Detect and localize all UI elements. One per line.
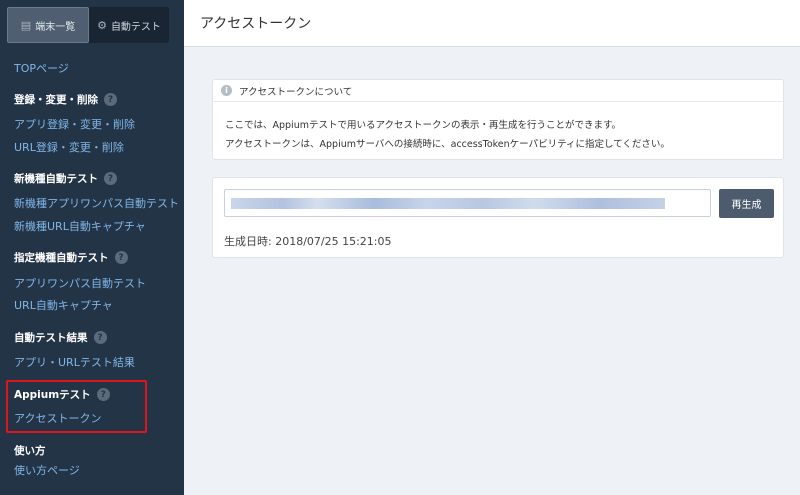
nav-heading-label: 使い方 <box>14 445 46 457</box>
info-icon: i <box>221 85 232 96</box>
nav-link-usage[interactable]: 使い方ページ <box>14 462 80 478</box>
access-token-field[interactable] <box>224 189 711 217</box>
help-icon[interactable]: ? <box>104 172 117 185</box>
nav-heading-new-device: 新機種自動テスト ? <box>14 171 117 186</box>
list-icon: ▤ <box>20 18 32 32</box>
token-value-masked <box>231 198 665 209</box>
nav-heading-label: 自動テスト結果 <box>14 332 88 344</box>
nav-heading-usage: 使い方 <box>14 443 46 458</box>
nav-heading-register: 登録・変更・削除 ? <box>14 92 117 107</box>
tab-auto-test[interactable]: ⚙ 自動テスト <box>89 7 169 43</box>
highlight-box <box>6 380 147 433</box>
tab-label: 端末一覧 <box>35 21 76 33</box>
token-created-datetime: 生成日時: 2018/07/25 15:21:05 <box>224 235 392 248</box>
nav-link-url-register[interactable]: URL登録・変更・削除 <box>14 139 124 155</box>
nav-heading-specified-device: 指定機種自動テスト ? <box>14 250 128 265</box>
page-title: アクセストークン <box>200 16 312 32</box>
nav-heading-label: 新機種自動テスト <box>14 173 98 185</box>
gears-icon: ⚙ <box>97 18 107 32</box>
main-content: アクセストークン i アクセストークンについて ここでは、Appiumテストで用… <box>184 0 800 495</box>
help-icon[interactable]: ? <box>114 251 128 264</box>
tab-label: 自動テスト <box>110 21 161 33</box>
help-icon[interactable]: ? <box>104 93 117 106</box>
regenerate-button[interactable]: 再生成 <box>719 189 774 218</box>
nav-heading-test-results: 自動テスト結果 ? <box>14 330 107 345</box>
info-panel-title: アクセストークンについて <box>239 86 353 98</box>
info-panel-header: i アクセストークンについて <box>213 80 783 102</box>
nav-heading-label: 指定機種自動テスト <box>14 252 109 264</box>
help-icon[interactable]: ? <box>93 331 107 344</box>
nav-link-new-app-onepass[interactable]: 新機種アプリワンパス自動テスト <box>14 195 179 211</box>
info-text-line-2: アクセストークンは、Appiumサーバへの接続時に、accessTokenケーパ… <box>225 139 670 150</box>
token-panel: 再生成 生成日時: 2018/07/25 15:21:05 <box>212 177 784 258</box>
nav-link-app-onepass[interactable]: アプリワンパス自動テスト <box>14 275 146 291</box>
sidebar: ▤ 端末一覧 ⚙ 自動テスト TOPページ 登録・変更・削除 ? アプリ登録・変… <box>0 0 184 495</box>
sidebar-tabs: ▤ 端末一覧 ⚙ 自動テスト <box>7 7 169 43</box>
info-panel: i アクセストークンについて ここでは、Appiumテストで用いるアクセストーク… <box>212 79 784 160</box>
nav-link-test-results[interactable]: アプリ・URLテスト結果 <box>14 354 135 370</box>
page-header: アクセストークン <box>184 0 800 47</box>
nav-link-new-url-capture[interactable]: 新機種URL自動キャプチャ <box>14 218 146 234</box>
nav-link-url-capture[interactable]: URL自動キャプチャ <box>14 297 113 313</box>
info-text-line-1: ここでは、Appiumテストで用いるアクセストークンの表示・再生成を行うことがで… <box>225 120 622 131</box>
nav-link-top[interactable]: TOPページ <box>14 60 69 76</box>
tab-device-list[interactable]: ▤ 端末一覧 <box>7 7 89 43</box>
nav-heading-label: 登録・変更・削除 <box>14 94 98 106</box>
nav-link-app-register[interactable]: アプリ登録・変更・削除 <box>14 116 135 132</box>
